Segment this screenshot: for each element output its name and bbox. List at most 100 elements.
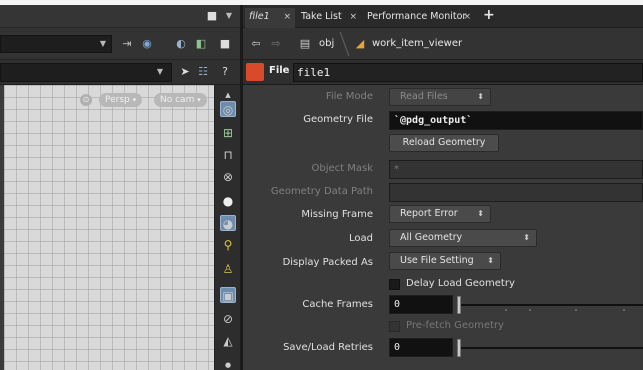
camera-mode-dropdown[interactable]: Persp ▾ [99, 93, 143, 107]
prefetch-checkbox[interactable] [389, 321, 400, 332]
pane-tab-bar: file1 × Take List × Performance Monitor … [243, 5, 643, 28]
file-mode-dropdown[interactable]: Read Files ⬍ [389, 88, 491, 106]
display-packed-as-value: Use File Setting [400, 255, 474, 266]
tab-label: Performance Monitor [367, 11, 467, 22]
cache-frames-field[interactable]: 0 [389, 295, 453, 314]
slider-tick [529, 309, 531, 311]
light-icon[interactable]: ◕ [220, 215, 236, 231]
help-icon[interactable]: ? [218, 65, 232, 79]
missing-frame-value: Report Error [400, 208, 458, 219]
missing-frame-dropdown[interactable]: Report Error ⬍ [389, 205, 491, 223]
3d-viewport[interactable]: Persp ▾ No cam ▾ [4, 85, 214, 370]
dropdown-arrow-icon[interactable]: ▼ [154, 65, 166, 79]
lock-icon[interactable]: ⊙ [80, 94, 92, 106]
chevron-down-icon: ▾ [197, 96, 201, 104]
pin-icon[interactable]: ⇥ [120, 37, 134, 51]
close-icon[interactable]: × [349, 8, 357, 26]
back-arrow-icon[interactable]: ⇦ [249, 37, 263, 51]
parameter-pane: file1 × Take List × Performance Monitor … [243, 5, 643, 370]
file-mode-label: File Mode [325, 91, 373, 102]
tab-performance-monitor[interactable]: Performance Monitor × [363, 8, 475, 28]
add-tab-icon[interactable]: + [483, 7, 495, 23]
prefetch-label: Pre-fetch Geometry [406, 320, 504, 331]
viewport-selector-field[interactable] [0, 35, 112, 53]
load-dropdown[interactable]: All Geometry ⬍ [389, 229, 537, 247]
slider-tick [505, 309, 507, 311]
camera-icon[interactable]: ▣ [220, 287, 236, 303]
save-load-retries-slider-handle[interactable] [457, 339, 461, 357]
spinner-icon: ⬍ [523, 233, 530, 242]
geometry-data-path-label: Geometry Data Path [270, 186, 373, 197]
geometry-file-label: Geometry File [303, 114, 373, 125]
file-mode-value: Read Files [400, 91, 448, 102]
shading-icon[interactable]: ◧ [194, 37, 208, 51]
node-name-field[interactable]: file1 [293, 63, 643, 82]
tree-view-icon[interactable]: ☷ [196, 65, 210, 79]
object-mask-field[interactable]: * [389, 160, 643, 179]
display-options-icon[interactable]: ◐ [174, 37, 188, 51]
close-icon[interactable]: × [283, 8, 291, 26]
snap-grid-icon[interactable]: ⊞ [220, 125, 236, 141]
camera-select-dropdown[interactable]: No cam ▾ [154, 93, 207, 107]
load-value: All Geometry [400, 232, 463, 243]
viewport-side-toolbar: ▲ ◎ ⊞ ⊓ ⊗ ● ◕ ⚲ ♙ ▣ ⊘ ◭ ● [214, 85, 240, 370]
display-packed-as-label: Display Packed As [282, 257, 373, 268]
load-label: Load [349, 233, 373, 244]
viewport-pane: ■ ▼ ▼ ⇥ ◉ ◐ ◧ ■ ▼ ➤ ☷ ? Persp ▾ No cam ▾… [0, 5, 240, 370]
display-packed-as-dropdown[interactable]: Use File Setting ⬍ [389, 252, 501, 270]
cache-frames-slider-track[interactable] [457, 304, 643, 306]
save-load-retries-label: Save/Load Retries [283, 342, 373, 353]
slider-tick [575, 309, 577, 311]
object-mask-label: Object Mask [311, 163, 373, 174]
cache-frames-label: Cache Frames [302, 299, 373, 310]
person-icon[interactable]: ♙ [220, 261, 236, 277]
save-load-retries-field[interactable]: 0 [389, 338, 453, 357]
file-node-icon [246, 63, 264, 81]
path-segment-work-item-viewer[interactable]: work_item_viewer [372, 35, 462, 53]
chevron-down-icon: ▾ [132, 96, 137, 104]
view-tool-icon[interactable]: ◎ [220, 101, 236, 117]
camera-select-label: No cam [160, 95, 195, 105]
ghost-icon[interactable]: ⊗ [220, 169, 236, 185]
visibility-icon[interactable]: ⊘ [220, 311, 236, 327]
spinner-icon: ⬍ [487, 256, 494, 265]
cache-frames-slider-handle[interactable] [457, 296, 461, 314]
forward-arrow-icon[interactable]: ⇨ [269, 37, 283, 51]
geometry-file-field[interactable]: `@pdg_output` [389, 111, 643, 130]
obj-network-icon: ▤ [299, 37, 311, 50]
viewport-path-row: ▼ ➤ ☷ ? [0, 60, 240, 85]
camera-mode-label: Persp [105, 95, 130, 105]
node-header: File file1 [243, 60, 643, 85]
sphere-icon[interactable]: ● [220, 193, 236, 209]
save-load-retries-slider-track[interactable] [457, 347, 643, 349]
spinner-icon: ⬍ [477, 209, 484, 218]
render-icon[interactable]: ◭ [220, 333, 236, 349]
viewport-tab-row: ■ ▼ [0, 5, 240, 28]
tab-take-list[interactable]: Take List × [297, 8, 361, 28]
close-icon[interactable]: × [463, 8, 471, 26]
node-type-label: File [269, 65, 290, 76]
pane-menu-icon[interactable]: ■ [206, 9, 218, 23]
slider-tick [623, 309, 625, 311]
delay-load-checkbox[interactable] [389, 279, 400, 290]
target-icon[interactable]: ◉ [140, 37, 154, 51]
viewport-toolbar: ▼ ⇥ ◉ ◐ ◧ ■ [0, 28, 240, 60]
dot-icon[interactable]: ● [220, 357, 236, 370]
select-pointer-icon[interactable]: ➤ [178, 65, 192, 79]
geometry-data-path-field[interactable] [389, 183, 643, 202]
spinner-icon: ⬍ [477, 92, 484, 101]
geometry-network-icon: ◢ [355, 37, 365, 50]
location-pin-icon[interactable]: ⚲ [220, 237, 236, 253]
dropdown-arrow-icon[interactable]: ▼ [97, 37, 109, 51]
tab-label: Take List [301, 11, 342, 22]
chevron-down-icon[interactable]: ▼ [224, 9, 234, 23]
parameter-list: File Mode Read Files ⬍ Geometry File `@p… [243, 85, 643, 370]
reload-geometry-button[interactable]: Reload Geometry [389, 134, 499, 152]
viewport-path-field[interactable] [0, 63, 172, 82]
tab-label: file1 [249, 11, 270, 22]
lock-icon[interactable]: ⊓ [220, 147, 236, 163]
network-path-bar: ⇦ ⇨ ▤ obj ◢ work_item_viewer [243, 28, 643, 60]
tab-file1[interactable]: file1 × [245, 8, 295, 28]
maximize-icon[interactable]: ■ [218, 37, 232, 51]
missing-frame-label: Missing Frame [301, 209, 373, 220]
